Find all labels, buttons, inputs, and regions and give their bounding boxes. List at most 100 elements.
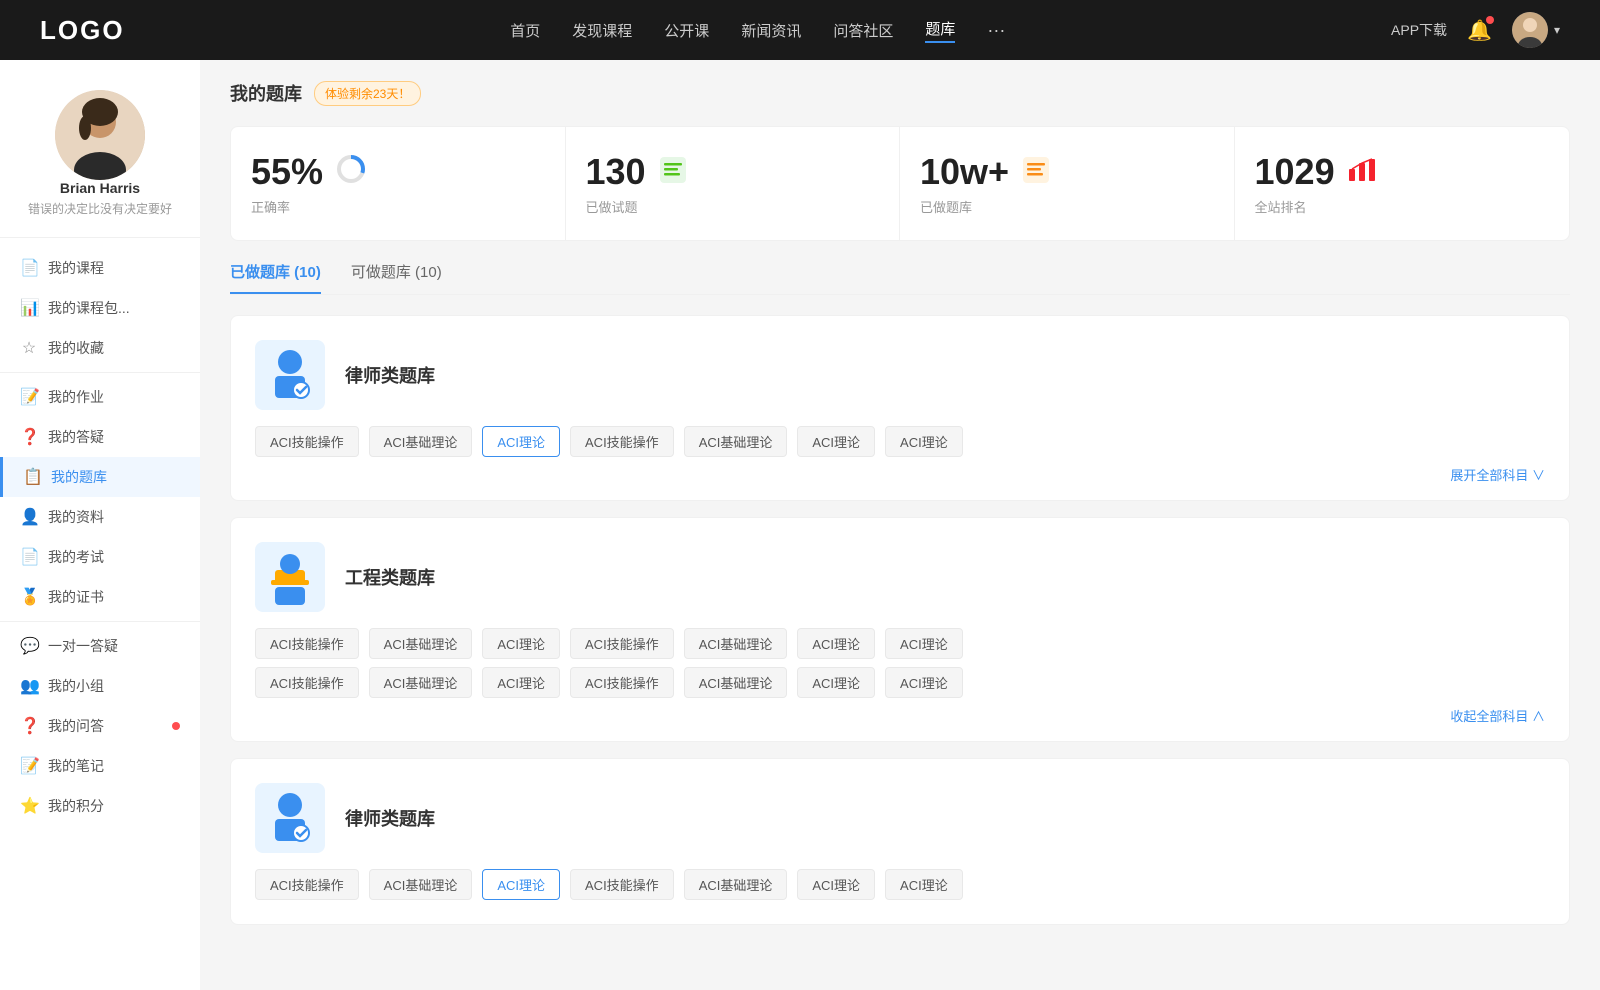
tag-eng-aci-theory-2[interactable]: ACI理论: [797, 628, 875, 659]
notification-bell[interactable]: 🔔: [1467, 18, 1492, 43]
sidebar-label-points: 我的积分: [48, 796, 180, 816]
expand-lawyer-button[interactable]: 展开全部科目 ∨: [255, 465, 1545, 484]
header: LOGO 首页 发现课程 公开课 新闻资讯 问答社区 题库 ··· APP下载 …: [0, 0, 1600, 60]
sidebar-label-course: 我的课程: [48, 258, 180, 278]
certificate-icon: 🏅: [20, 587, 38, 607]
nav-news[interactable]: 新闻资讯: [741, 20, 801, 41]
sidebar-item-tutor[interactable]: 💬 一对一答疑: [0, 626, 200, 666]
stat-ranking: 1029 全站排名: [1235, 127, 1570, 240]
group-icon: 👥: [20, 676, 38, 696]
tag-aci-skill-op-1[interactable]: ACI技能操作: [255, 426, 359, 457]
sidebar-item-group[interactable]: 👥 我的小组: [0, 666, 200, 706]
tag-eng-aci-basic-1[interactable]: ACI基础理论: [369, 628, 473, 659]
main-layout: Brian Harris 错误的决定比没有决定要好 📄 我的课程 📊 我的课程包…: [0, 60, 1600, 990]
sidebar-label-exam: 我的考试: [48, 547, 180, 567]
sidebar-item-questions[interactable]: ❓ 我的答疑: [0, 417, 200, 457]
stat-accuracy-number: 55%: [251, 151, 323, 193]
points-icon: ⭐: [20, 796, 38, 816]
course-icon: 📄: [20, 258, 38, 278]
qbank-header-lawyer2: 律师类题库: [255, 783, 1545, 853]
sidebar-item-qa[interactable]: ❓ 我的问答: [0, 706, 200, 746]
tag-eng-aci-theory-3[interactable]: ACI理论: [885, 628, 963, 659]
tag-l2-aci-basic-2[interactable]: ACI基础理论: [684, 869, 788, 900]
qbank-card-lawyer2: 律师类题库 ACI技能操作 ACI基础理论 ACI理论 ACI技能操作 ACI基…: [230, 758, 1570, 925]
qbank-title-engineer: 工程类题库: [345, 564, 435, 590]
tabs-row: 已做题库 (10) 可做题库 (10): [230, 261, 1570, 295]
header-right: APP下载 🔔 ▾: [1391, 12, 1560, 48]
list-green-icon: [658, 155, 688, 190]
sidebar-item-profile[interactable]: 👤 我的资料: [0, 497, 200, 537]
sidebar-label-homework: 我的作业: [48, 387, 180, 407]
sidebar-item-certificate[interactable]: 🏅 我的证书: [0, 577, 200, 617]
stat-ranking-label: 全站排名: [1255, 197, 1307, 216]
tag-l2-aci-basic-1[interactable]: ACI基础理论: [369, 869, 473, 900]
sidebar-label-qbank: 我的题库: [51, 467, 180, 487]
sidebar-item-points[interactable]: ⭐ 我的积分: [0, 786, 200, 826]
tab-done-banks[interactable]: 已做题库 (10): [230, 261, 321, 294]
sidebar-item-exam[interactable]: 📄 我的考试: [0, 537, 200, 577]
nav-home[interactable]: 首页: [510, 20, 540, 41]
tag-eng2-aci-skill-1[interactable]: ACI技能操作: [255, 667, 359, 698]
qbank-title-lawyer: 律师类题库: [345, 362, 435, 388]
tag-l2-aci-theory-2[interactable]: ACI理论: [797, 869, 875, 900]
stat-done-questions-label: 已做试题: [586, 197, 638, 216]
tag-aci-basic-theory-1[interactable]: ACI基础理论: [369, 426, 473, 457]
nav-discover[interactable]: 发现课程: [572, 20, 632, 41]
chevron-down-icon: ▾: [1554, 23, 1560, 37]
sidebar-label-group: 我的小组: [48, 676, 180, 696]
qa-icon: ❓: [20, 716, 38, 736]
main-content: 我的题库 体验剩余23天！ 55% 正确率 13: [200, 60, 1600, 990]
sidebar-item-notes[interactable]: 📝 我的笔记: [0, 746, 200, 786]
homework-icon: 📝: [20, 387, 38, 407]
favorites-icon: ☆: [20, 338, 38, 358]
qa-notification-dot: [172, 722, 180, 730]
chart-red-icon: [1347, 155, 1377, 190]
nav-qbank[interactable]: 题库: [925, 18, 955, 43]
tab-available-banks[interactable]: 可做题库 (10): [351, 261, 442, 294]
tag-eng2-aci-basic-2[interactable]: ACI基础理论: [684, 667, 788, 698]
tag-eng-aci-theory-1[interactable]: ACI理论: [482, 628, 560, 659]
tag-eng2-aci-theory-2[interactable]: ACI理论: [797, 667, 875, 698]
sidebar-item-favorites[interactable]: ☆ 我的收藏: [0, 328, 200, 368]
nav-open-course[interactable]: 公开课: [664, 20, 709, 41]
questions-icon: ❓: [20, 427, 38, 447]
tag-eng-aci-skill-1[interactable]: ACI技能操作: [255, 628, 359, 659]
collapse-engineer-button[interactable]: 收起全部科目 ∧: [255, 706, 1545, 725]
qbank-icon: 📋: [23, 467, 41, 487]
sidebar-item-coursepack[interactable]: 📊 我的课程包...: [0, 288, 200, 328]
tag-eng-aci-skill-2[interactable]: ACI技能操作: [570, 628, 674, 659]
tag-aci-theory-2[interactable]: ACI理论: [797, 426, 875, 457]
stat-accuracy-label: 正确率: [251, 197, 290, 216]
qbank-title-lawyer2: 律师类题库: [345, 805, 435, 831]
tag-eng2-aci-theory-3[interactable]: ACI理论: [885, 667, 963, 698]
accuracy-donut-icon: [335, 153, 367, 192]
tag-eng2-aci-skill-2[interactable]: ACI技能操作: [570, 667, 674, 698]
sidebar-item-course[interactable]: 📄 我的课程: [0, 248, 200, 288]
profile-name: Brian Harris: [60, 180, 140, 196]
stat-done-banks-number: 10w+: [920, 151, 1009, 193]
user-avatar-menu[interactable]: ▾: [1512, 12, 1560, 48]
nav-qa[interactable]: 问答社区: [833, 20, 893, 41]
stats-row: 55% 正确率 130: [230, 126, 1570, 241]
tag-eng2-aci-basic-1[interactable]: ACI基础理论: [369, 667, 473, 698]
tag-eng-aci-basic-2[interactable]: ACI基础理论: [684, 628, 788, 659]
tag-l2-aci-skill-1[interactable]: ACI技能操作: [255, 869, 359, 900]
tag-l2-aci-theory-1[interactable]: ACI理论: [482, 869, 560, 900]
sidebar-divider-1: [0, 372, 200, 373]
stat-accuracy: 55% 正确率: [231, 127, 566, 240]
tag-aci-basic-theory-2[interactable]: ACI基础理论: [684, 426, 788, 457]
sidebar-item-qbank[interactable]: 📋 我的题库: [0, 457, 200, 497]
tag-l2-aci-skill-2[interactable]: ACI技能操作: [570, 869, 674, 900]
nav-more[interactable]: ···: [987, 20, 1005, 41]
tag-l2-aci-theory-3[interactable]: ACI理论: [885, 869, 963, 900]
app-download-button[interactable]: APP下载: [1391, 20, 1447, 40]
tag-aci-skill-op-2[interactable]: ACI技能操作: [570, 426, 674, 457]
qbank-engineer-icon: [255, 542, 325, 612]
qbank-lawyer-icon: [255, 340, 325, 410]
tag-eng2-aci-theory-1[interactable]: ACI理论: [482, 667, 560, 698]
profile-motto: 错误的决定比没有决定要好: [28, 200, 172, 217]
qbank-tags-engineer-row2: ACI技能操作 ACI基础理论 ACI理论 ACI技能操作 ACI基础理论 AC…: [255, 667, 1545, 698]
tag-aci-theory-3[interactable]: ACI理论: [885, 426, 963, 457]
tag-aci-theory-1[interactable]: ACI理论: [482, 426, 560, 457]
sidebar-item-homework[interactable]: 📝 我的作业: [0, 377, 200, 417]
